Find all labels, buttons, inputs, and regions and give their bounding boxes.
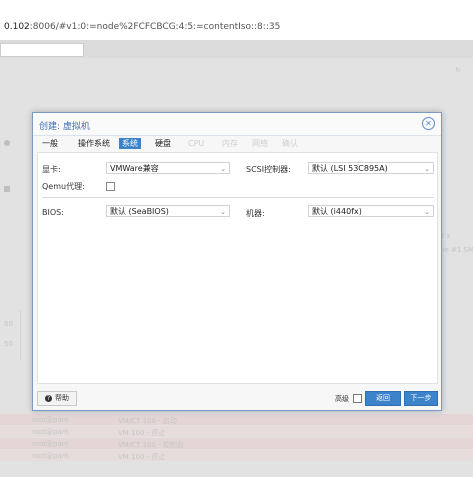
system-form: 显卡: VMWare兼容 ⌄ SCSI控制器: 默认 (LSI 53C895A)…	[37, 152, 438, 384]
tab-cpu: CPU	[188, 139, 205, 148]
url-host: 0.102	[4, 22, 30, 32]
create-vm-dialog: 创建: 虚拟机 ✕ 一般 操作系统 系统 硬盘 CPU 内存 网络 确认 显卡:…	[32, 112, 442, 411]
machine-label: 机器:	[246, 209, 265, 218]
machine-value: 默认 (i440fx)	[312, 207, 362, 216]
bios-value: 默认 (SeaBIOS)	[110, 207, 169, 216]
wizard-tabs: 一般 操作系统 系统 硬盘 CPU 内存 网络 确认	[33, 135, 441, 151]
tab-os[interactable]: 操作系统	[75, 138, 113, 149]
search-input[interactable]	[0, 43, 84, 57]
scsi-value: 默认 (LSI 53C895A)	[312, 164, 388, 173]
qemu-agent-checkbox[interactable]	[106, 182, 115, 191]
advanced-label: 高级	[335, 395, 349, 403]
back-button[interactable]: 返回	[365, 391, 401, 406]
close-icon[interactable]: ✕	[422, 117, 435, 130]
graphics-label: 显卡:	[42, 165, 61, 174]
help-label: 帮助	[55, 394, 69, 402]
machine-select[interactable]: 默认 (i440fx) ⌄	[308, 205, 434, 217]
graphics-value: VMWare兼容	[110, 164, 159, 173]
bios-select[interactable]: 默认 (SeaBIOS) ⌄	[106, 205, 230, 217]
tab-general[interactable]: 一般	[39, 138, 61, 149]
bios-label: BIOS:	[42, 208, 64, 217]
tab-network: 网络	[252, 139, 268, 148]
browser-toolbar: 0.102:8006/#v1:0:=node%2FCFCBCG:4:5:=con…	[0, 0, 473, 41]
scsi-label: SCSI控制器:	[246, 165, 291, 174]
dialog-header: 创建: 虚拟机 ✕	[33, 113, 441, 136]
divider	[42, 197, 434, 198]
chevron-down-icon: ⌄	[424, 208, 430, 216]
help-icon: ?	[45, 395, 52, 402]
tab-confirm: 确认	[282, 139, 298, 148]
chevron-down-icon: ⌄	[220, 165, 226, 173]
advanced-checkbox[interactable]	[353, 394, 362, 403]
url-path: :8006/#v1:0:=node%2FCFCBCG:4:5:=contentI…	[29, 22, 281, 32]
next-button[interactable]: 下一步	[404, 391, 438, 406]
address-bar[interactable]: 0.102:8006/#v1:0:=node%2FCFCBCG:4:5:=con…	[4, 22, 280, 32]
tab-system[interactable]: 系统	[119, 138, 141, 149]
dialog-title: 创建: 虚拟机	[39, 122, 90, 132]
chevron-down-icon: ⌄	[424, 165, 430, 173]
scsi-select[interactable]: 默认 (LSI 53C895A) ⌄	[308, 162, 434, 174]
tab-memory: 内存	[222, 139, 238, 148]
qemu-agent-label: Qemu代理:	[42, 182, 85, 191]
help-button[interactable]: ? 帮助	[37, 391, 77, 406]
chevron-down-icon: ⌄	[220, 208, 226, 216]
dialog-footer: ? 帮助 高级 返回 下一步	[33, 388, 441, 410]
graphics-select[interactable]: VMWare兼容 ⌄	[106, 162, 230, 174]
tab-disk[interactable]: 硬盘	[152, 138, 174, 149]
